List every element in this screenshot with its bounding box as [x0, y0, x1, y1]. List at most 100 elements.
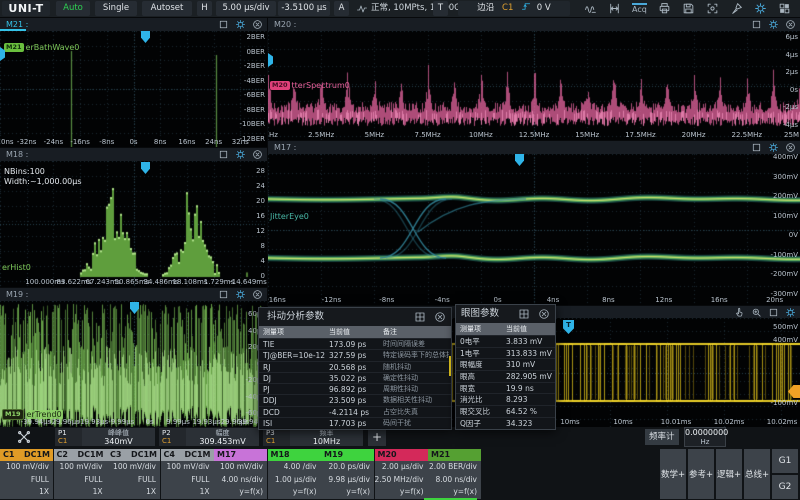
trigger-source: C1 — [502, 3, 513, 13]
horizontal-menu-button[interactable]: H — [197, 1, 212, 16]
table-row[interactable]: DDJ23.509 ps数据相关性抖动 — [259, 394, 451, 405]
maximize-icon[interactable] — [218, 19, 229, 30]
maximize-icon[interactable] — [768, 307, 779, 318]
measurement-chip-P2[interactable]: P2C1幅度309.453mV — [159, 428, 259, 446]
measurement-chip-P3[interactable]: P3C1频率10MHz — [263, 428, 363, 446]
gear-icon[interactable] — [785, 307, 796, 318]
zoom-in-icon[interactable] — [751, 307, 762, 318]
horizontal-offset-value[interactable]: -3.5100 μs — [278, 1, 330, 16]
panel-m17-titlebar[interactable]: M17 : — [268, 141, 800, 154]
panel-m18-window-icons — [218, 149, 263, 160]
table-row[interactable]: 消光比8.293 — [456, 393, 555, 405]
jitter-table-scrollbar[interactable] — [449, 356, 451, 376]
brush-icon[interactable] — [730, 2, 743, 15]
panel-m18-plot[interactable]: 2824201612840100.000ms83.622ms67.243ms50… — [0, 161, 267, 287]
table-row[interactable]: RJ20.568 ps随机抖动 — [259, 361, 451, 372]
table-row[interactable]: PJ96.892 ps周期性抖动 — [259, 383, 451, 394]
channel-tile-C2[interactable]: C2DC1M100 mV/divFULL1X — [54, 449, 107, 499]
maximize-icon[interactable] — [218, 289, 229, 300]
channel-tile-M21[interactable]: M212.00 BER/div8.00 ns/divy=f(x) — [428, 449, 481, 499]
screenshot-icon[interactable] — [706, 2, 719, 15]
measure-icon[interactable] — [608, 2, 621, 15]
close-icon[interactable] — [252, 19, 263, 30]
trigger-menu-button[interactable]: T — [433, 1, 448, 16]
table-row[interactable]: ISI17.703 ps码间干扰 — [259, 417, 451, 428]
settings-gear-icon[interactable] — [754, 2, 767, 15]
channel-tile-M19[interactable]: M1920.0 ps/div9.98 μs/divy=f(x) — [321, 449, 374, 499]
autoset-button[interactable]: Autoset — [142, 1, 192, 16]
table-row[interactable]: DJ35.022 ps确定性抖动 — [259, 372, 451, 383]
side-button-1[interactable]: 数学+ — [660, 449, 686, 499]
signal-edit-icon[interactable] — [584, 2, 597, 15]
group-button-G1[interactable]: G1 — [772, 449, 798, 473]
table-row[interactable]: 1电平313.833 mV — [456, 347, 555, 359]
close-icon[interactable] — [785, 19, 796, 30]
jitter-dialog-titlebar[interactable]: 抖动分析参数 — [259, 308, 451, 326]
table-row[interactable]: 0电平3.833 mV — [456, 335, 555, 347]
panel-m20-plot[interactable]: 6μs4μs2μs0s-2μs-4μsHz2.5MHz5MHz7.5MHz10M… — [268, 31, 800, 140]
printer-icon[interactable] — [658, 2, 671, 15]
acquire-menu-button[interactable]: A — [334, 1, 349, 16]
table-cell: 消光比 — [456, 394, 502, 405]
add-measurement-button[interactable]: + — [368, 428, 386, 446]
measurement-chip-P1[interactable]: P1C1峰峰值340mV — [55, 428, 155, 446]
table-row[interactable]: TJ@BER=10e-12327.59 ps特定误码率下的总体抖动 — [259, 349, 451, 360]
gear-icon[interactable] — [768, 19, 779, 30]
panel-m19-plot[interactable]: 60ps40ps20ps0s-20ps-40ps-60ps-39.94μs-29… — [0, 301, 267, 427]
side-button-2[interactable]: 参考+ — [688, 449, 714, 499]
group-button-G2[interactable]: G2 — [772, 475, 798, 499]
channel-tile-C3[interactable]: C3DC1M100 mV/divFULL1X — [107, 449, 160, 499]
table-cell: 随机抖动 — [379, 362, 449, 372]
layout-icon[interactable] — [778, 2, 791, 15]
panel-m19-titlebar[interactable]: M19 : — [0, 288, 267, 301]
panel-m21-titlebar[interactable]: M21 : — [0, 18, 267, 31]
maximize-icon[interactable] — [751, 19, 762, 30]
close-icon[interactable] — [785, 142, 796, 153]
grid-icon[interactable] — [414, 311, 426, 323]
gear-icon[interactable] — [768, 142, 779, 153]
table-row[interactable]: 眼交叉比64.52 % — [456, 405, 555, 417]
gear-icon[interactable] — [235, 149, 246, 160]
table-row[interactable]: 眼高282.905 mV — [456, 370, 555, 382]
maximize-icon[interactable] — [751, 142, 762, 153]
close-icon[interactable] — [538, 308, 550, 320]
close-icon[interactable] — [434, 311, 446, 323]
panel-m20-titlebar[interactable]: M20 : — [268, 18, 800, 31]
grid-icon[interactable] — [518, 308, 530, 320]
close-icon[interactable] — [252, 149, 263, 160]
table-row[interactable]: DCD-4.2114 ps占空比失真 — [259, 406, 451, 417]
gear-icon[interactable] — [235, 19, 246, 30]
run-state-button[interactable]: Auto — [56, 1, 90, 16]
panel-m19-trend: M19 : 60ps40ps20ps0s-20ps-40ps-60ps-39.9… — [0, 288, 267, 427]
channel-setting: 9.98 μs/div — [321, 474, 374, 487]
hand-icon[interactable] — [734, 307, 745, 318]
channel-tile-C1[interactable]: C1DC1M100 mV/divFULL1X — [0, 449, 53, 499]
panel-m17-plot[interactable]: 400mV300mV200mV100mV0V-100mV-200mV-300mV… — [268, 154, 800, 305]
close-icon[interactable] — [252, 289, 263, 300]
table-row[interactable]: 眼宽19.9 ns — [456, 382, 555, 394]
channel-tile-C4[interactable]: C4DC1M100 mV/divFULL1X — [161, 449, 214, 499]
maximize-icon[interactable] — [218, 149, 229, 160]
timebase-value[interactable]: 5.00 μs/div — [216, 1, 276, 16]
table-row[interactable]: 眼幅度310 mV — [456, 358, 555, 370]
acq-icon[interactable]: Acq — [632, 3, 647, 15]
side-button-4[interactable]: 总线+ — [744, 449, 770, 499]
table-cell: ISI — [259, 418, 325, 428]
eye-dialog-titlebar[interactable]: 眼图参数 — [456, 305, 555, 323]
side-button-3[interactable]: 逻辑+ — [716, 449, 742, 499]
channel-tile-M20[interactable]: M202.00 μs/div2.50 MHz/divy=f(x) — [375, 449, 428, 499]
measure-menu-icon[interactable] — [16, 429, 32, 445]
table-row[interactable]: TIE173.09 ps时间间隔误差 — [259, 338, 451, 349]
gear-icon[interactable] — [235, 289, 246, 300]
m17-eye-canvas[interactable] — [268, 154, 800, 305]
table-row[interactable]: Q因子34.323 — [456, 417, 555, 429]
channel-tile-M17[interactable]: M17100 mV/div4.00 ns/divy=f(x) — [214, 449, 267, 499]
panel-m21-plot[interactable]: 2BER0BER-2BER-4BER-6BER-8BER-10BER-12BER… — [0, 31, 267, 147]
channel-tile-M18[interactable]: M184.00 /div1.00 μs/divy=f(x) — [268, 449, 321, 499]
table-cell: 20.568 ps — [325, 362, 379, 372]
trigger-summary[interactable]: 边沿 C1 0 V — [458, 1, 570, 16]
save-icon[interactable] — [682, 2, 695, 15]
eye-table-header: 测量项当前值 — [456, 323, 555, 335]
single-button[interactable]: Single — [95, 1, 137, 16]
panel-m18-titlebar[interactable]: M18 : — [0, 148, 267, 161]
